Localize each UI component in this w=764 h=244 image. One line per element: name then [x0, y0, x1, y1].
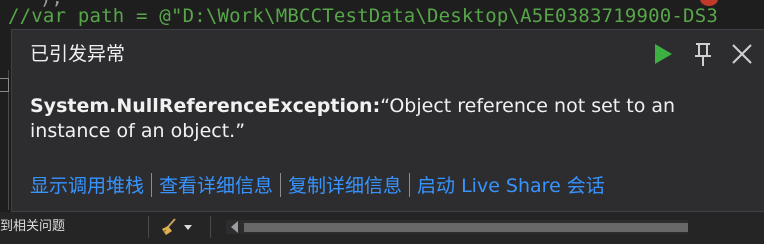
popup-title: 已引发异常	[30, 43, 126, 65]
exception-type: System.NullReferenceException:	[30, 95, 381, 117]
action-links: 显示调用堆栈 查看详细信息 复制详细信息 启动 Live Share 会话	[30, 173, 605, 199]
pin-icon	[695, 43, 711, 66]
start-live-share-link[interactable]: 启动 Live Share 会话	[417, 175, 605, 197]
dropdown-arrow-icon	[184, 225, 192, 230]
link-divider	[409, 173, 411, 197]
toolbar-divider	[210, 216, 211, 238]
code-cleanup-button[interactable]	[160, 217, 196, 237]
collapse-box-icon[interactable]	[0, 78, 9, 92]
show-call-stack-link[interactable]: 显示调用堆栈	[30, 175, 144, 197]
link-divider	[151, 173, 153, 197]
scroll-left-icon[interactable]	[231, 221, 238, 233]
view-details-link[interactable]: 查看详细信息	[159, 175, 273, 197]
play-icon	[655, 44, 672, 64]
scrollbar-thumb[interactable]	[244, 223, 688, 232]
close-icon	[732, 44, 752, 64]
link-divider	[280, 173, 282, 197]
toolbar-divider	[148, 216, 149, 238]
bottom-toolbar: 到相关问题	[0, 212, 764, 244]
copy-details-link[interactable]: 复制详细信息	[288, 175, 402, 197]
exception-message: System.NullReferenceException:“Object re…	[30, 94, 742, 144]
debugger-window: ), //var path = @"D:\Work\MBCCTestData\D…	[0, 0, 764, 244]
code-comment-line: //var path = @"D:\Work\MBCCTestData\Desk…	[8, 5, 718, 27]
close-button[interactable]	[730, 42, 754, 66]
continue-button[interactable]	[652, 42, 674, 66]
exception-helper-popup: 已引发异常 System.NullReferenceException:“Obj…	[11, 29, 764, 212]
related-issues-text[interactable]: 到相关问题	[0, 218, 65, 236]
broom-icon	[162, 218, 192, 235]
pin-button[interactable]	[693, 41, 713, 67]
